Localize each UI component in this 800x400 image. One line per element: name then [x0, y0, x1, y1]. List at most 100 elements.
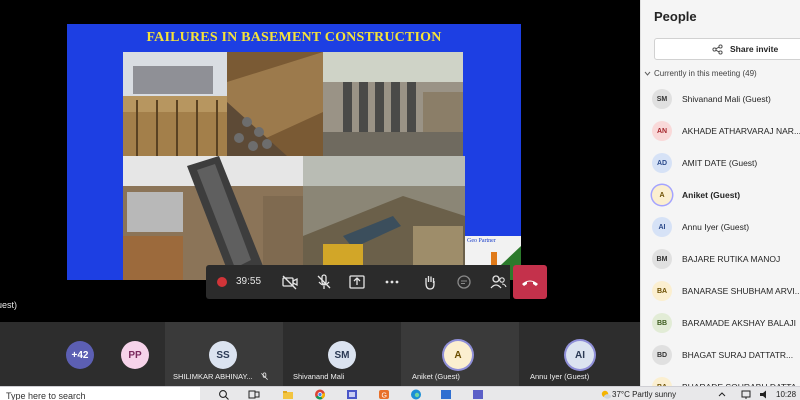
taskbar-search[interactable]: Type here to search — [0, 387, 200, 400]
site-photo-2 — [227, 52, 323, 156]
overflow-tile: +42 PP — [0, 322, 165, 386]
participant-name: BHAGAT SURAJ DATTATR... — [682, 350, 794, 360]
chrome-icon[interactable] — [314, 389, 326, 400]
svg-text:G: G — [382, 393, 387, 400]
slide-title: FAILURES IN BASEMENT CONSTRUCTION — [146, 30, 442, 45]
participant-name: Shivanand Mali — [293, 372, 345, 381]
share-invite-button[interactable]: Share invite — [654, 38, 800, 60]
participant-tile[interactable]: AI Annu Iyer (Guest) — [519, 322, 640, 386]
app-icon[interactable] — [346, 389, 358, 400]
participant-name: AKHADE ATHARVARAJ NAR... — [682, 126, 800, 136]
shared-screen: FAILURES IN BASEMENT CONSTRUCTION Geo Pa… — [0, 0, 640, 322]
participant-row[interactable]: BA BANARASE SHUBHAM ARVI... — [641, 278, 800, 306]
app-icon[interactable] — [440, 389, 452, 400]
controls-bar: 39:55 — [206, 265, 410, 299]
participant-name: SHILIMKAR ABHINAY... — [173, 372, 253, 381]
participant-row[interactable]: BABHARADE SOURABH DATTA... — [641, 374, 800, 386]
participant-tile[interactable]: SS SHILIMKAR ABHINAY... — [165, 322, 283, 386]
avatar: BA — [652, 377, 672, 386]
participant-name: Aniket (Guest) — [682, 190, 741, 200]
participants-button[interactable] — [488, 272, 508, 292]
chat-icon — [457, 275, 471, 289]
site-photo-3 — [323, 52, 463, 156]
panel-title: People — [654, 9, 697, 24]
share-icon — [712, 44, 723, 55]
participant-row[interactable]: BD BHAGAT SURAJ DATTATR... — [641, 342, 800, 370]
participant-tile[interactable]: SM Shivanand Mali — [283, 322, 401, 386]
raise-hand-icon — [425, 276, 435, 290]
avatar: AI — [652, 217, 672, 237]
controls-side-bar — [410, 265, 510, 299]
avatar: BM — [652, 249, 672, 269]
camera-off-icon — [282, 275, 298, 290]
chat-button[interactable] — [454, 272, 474, 292]
participant-name: Annu Iyer (Guest) — [530, 372, 590, 381]
avatar: SS — [209, 341, 237, 369]
chevron-up-icon[interactable] — [716, 389, 728, 400]
taskbar: Type here to search G 37°C Partly sunny … — [0, 386, 800, 400]
taskbar-clock[interactable]: 10:28 — [776, 390, 796, 399]
avatar[interactable]: PP — [121, 341, 149, 369]
overflow-count-badge[interactable]: +42 — [66, 341, 94, 369]
hang-up-icon — [522, 280, 538, 286]
participant-name: Shivanand Mali (Guest) — [682, 94, 771, 104]
participant-row[interactable]: SM Shivanand Mali (Guest) — [641, 86, 800, 114]
site-photo-1 — [123, 52, 227, 156]
avatar: SM — [652, 89, 672, 109]
participant-row[interactable]: AD AMIT DATE (Guest) — [641, 150, 800, 178]
participant-name: BANARASE SHUBHAM ARVI... — [682, 286, 800, 296]
task-view-icon[interactable] — [248, 389, 260, 400]
more-actions-button[interactable] — [382, 272, 402, 292]
participant-row[interactable]: BM BAJARE RUTIKA MANOJ — [641, 246, 800, 274]
raise-hand-button[interactable] — [420, 272, 440, 292]
recording-timer: 39:55 — [236, 276, 262, 287]
site-photo-4 — [123, 156, 303, 280]
section-label: Currently in this meeting (49) — [654, 69, 757, 78]
more-icon — [385, 280, 399, 284]
section-toggle[interactable]: Currently in this meeting (49) — [641, 67, 800, 81]
share-content-button[interactable] — [347, 272, 367, 292]
participant-row[interactable]: AI Annu Iyer (Guest) — [641, 214, 800, 242]
chevron-down-icon — [644, 71, 651, 76]
app-icon[interactable]: G — [378, 389, 390, 400]
participant-name: AMIT DATE (Guest) — [682, 158, 758, 168]
mic-off-icon — [261, 372, 268, 380]
recording-indicator-icon — [217, 277, 227, 287]
presentation-slide: FAILURES IN BASEMENT CONSTRUCTION Geo Pa… — [67, 24, 521, 280]
search-placeholder: Type here to search — [6, 391, 86, 400]
weather-icon — [601, 390, 611, 399]
geo-partner-label: Geo Partner — [467, 238, 496, 244]
avatar: BA — [652, 281, 672, 301]
file-explorer-icon[interactable] — [282, 389, 294, 400]
edge-icon[interactable] — [410, 389, 422, 400]
participant-row[interactable]: BB BARAMADE AKSHAY BALAJI — [641, 310, 800, 338]
avatar: AN — [652, 121, 672, 141]
avatar: AD — [652, 153, 672, 173]
share-screen-icon — [349, 275, 365, 289]
avatar: BD — [652, 345, 672, 365]
participant-name: BAJARE RUTIKA MANOJ — [682, 254, 781, 264]
site-photo-5 — [303, 156, 465, 280]
mic-off-button[interactable] — [314, 272, 334, 292]
participant-name: Aniket (Guest) — [412, 372, 460, 381]
participant-row[interactable]: A Aniket (Guest) — [641, 182, 800, 210]
participant-tile[interactable]: A Aniket (Guest) — [401, 322, 519, 386]
camera-off-button[interactable] — [280, 272, 300, 292]
participant-strip: +42 PP SS SHILIMKAR ABHINAY... SM Shivan… — [0, 322, 640, 386]
participant-row[interactable]: AN AKHADE ATHARVARAJ NAR... — [641, 118, 800, 146]
participant-name: Annu Iyer (Guest) — [682, 222, 750, 232]
app-icon[interactable] — [472, 389, 484, 400]
volume-icon[interactable] — [758, 389, 770, 400]
leave-button[interactable] — [513, 265, 547, 299]
presenter-label: uest) — [0, 300, 18, 310]
participant-name: BARAMADE AKSHAY BALAJI — [682, 318, 797, 328]
meeting-controls: 39:55 — [206, 265, 547, 299]
mic-off-icon — [317, 274, 331, 289]
weather-text[interactable]: 37°C Partly sunny — [612, 390, 676, 399]
search-icon[interactable] — [218, 389, 230, 400]
avatar: BB — [652, 313, 672, 333]
avatar: A — [652, 185, 672, 205]
avatar: A — [444, 341, 472, 369]
avatar: AI — [566, 341, 594, 369]
network-icon[interactable] — [740, 389, 752, 400]
